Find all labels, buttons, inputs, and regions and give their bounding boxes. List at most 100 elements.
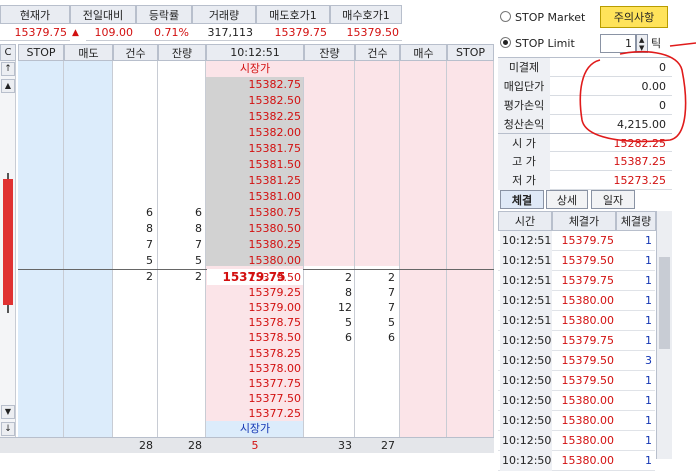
bid-price[interactable]: 15378.25 — [207, 346, 303, 362]
tab-detail[interactable]: 상세 — [546, 190, 588, 209]
ask-price[interactable]: 15380.00 — [207, 253, 303, 269]
bid-row[interactable]: 15379.25 8 7 — [0, 285, 494, 301]
bid-qty — [305, 346, 352, 362]
trade-price: 15379.50 — [561, 354, 615, 367]
realized-pl-label: 청산손익 — [498, 115, 550, 134]
bid-row[interactable]: 15378.75 5 5 — [0, 315, 494, 331]
bid-count — [357, 406, 395, 422]
bid-price[interactable]: 15378.75 — [207, 315, 303, 331]
bid-price[interactable]: 15378.00 — [207, 361, 303, 377]
ask-qty: 5 — [195, 254, 202, 267]
ask-row[interactable]: 5 5 15380.00 — [0, 253, 494, 269]
ask-price[interactable]: 15381.50 — [207, 157, 303, 173]
ask-row[interactable]: 15382.25 — [0, 109, 494, 125]
ask-qty — [159, 93, 202, 109]
high-row: 고 가 15387.25 — [498, 152, 672, 171]
ask-count: 6 — [146, 206, 153, 219]
ask-price[interactable]: 15381.25 — [207, 173, 303, 189]
tab-trades[interactable]: 체결 — [500, 190, 544, 209]
bid-row[interactable]: 15378.50 6 6 — [0, 330, 494, 346]
trades-header-time: 시간 — [498, 211, 552, 231]
bid-qty — [305, 361, 352, 377]
ask-row[interactable]: 15381.00 — [0, 189, 494, 205]
bid-count: 5 — [388, 316, 395, 330]
bid-price[interactable]: 15377.75 — [207, 376, 303, 392]
trade-row: 10:12:50 15379.75 1 — [498, 331, 655, 351]
stop-market-radio[interactable] — [500, 11, 511, 22]
stop-market-label[interactable]: STOP Market — [515, 9, 595, 25]
ask-qty: 8 — [195, 222, 202, 235]
ask-row[interactable]: 15382.00 — [0, 125, 494, 141]
bid-row[interactable]: 15377.50 — [0, 391, 494, 407]
ask-price[interactable]: 15380.25 — [207, 237, 303, 253]
ask-count — [113, 77, 153, 93]
trade-price: 15379.75 — [561, 274, 615, 287]
ask-row[interactable]: 15381.25 — [0, 173, 494, 189]
totals-row: 28 28 5 33 27 — [0, 437, 494, 453]
trade-qty: 1 — [645, 334, 652, 347]
ask-qty — [159, 109, 202, 125]
trades-header-price: 체결가 — [552, 211, 616, 231]
bid-price[interactable]: 15379.25 — [207, 285, 303, 301]
trade-time: 10:12:50 — [500, 411, 552, 431]
bid-price[interactable]: 15378.50 — [207, 330, 303, 346]
trade-time: 10:12:50 — [500, 451, 552, 471]
bid-price[interactable]: 15377.50 — [207, 391, 303, 407]
low-row: 저 가 15273.25 — [498, 171, 672, 190]
ask-price[interactable]: 15380.50 — [207, 221, 303, 237]
ask-row[interactable]: 7 7 15380.25 — [0, 237, 494, 253]
trade-qty: 1 — [645, 294, 652, 307]
bid-qty: 2 — [345, 271, 352, 284]
trades-scrollbar[interactable] — [656, 211, 672, 459]
ask-row[interactable]: 15382.75 — [0, 77, 494, 93]
bid-count: 7 — [388, 301, 395, 315]
ask-row[interactable]: 15381.50 — [0, 157, 494, 173]
ask-price[interactable]: 15382.75 — [207, 77, 303, 93]
bid-price[interactable]: 15377.25 — [207, 406, 303, 422]
bid-row[interactable]: 15378.00 — [0, 361, 494, 377]
bid-price[interactable]: 15379.50 — [207, 270, 303, 286]
bid-qty — [305, 391, 352, 407]
ask-price[interactable]: 15382.25 — [207, 109, 303, 125]
bid-count: 7 — [388, 286, 395, 300]
bid-row[interactable]: 15379.00 12 7 — [0, 300, 494, 316]
trade-time: 10:12:51 — [500, 231, 552, 251]
ask-count: 8 — [146, 222, 153, 235]
trade-time: 10:12:51 — [500, 251, 552, 271]
unfilled-label: 미결제 — [498, 58, 550, 77]
bid-qty: 8 — [345, 286, 352, 300]
trade-time: 10:12:50 — [500, 371, 552, 391]
bid-price[interactable]: 15379.00 — [207, 300, 303, 316]
trades-scroll-thumb[interactable] — [659, 257, 670, 349]
trade-price: 15380.00 — [561, 314, 615, 327]
bid-row[interactable]: 15378.25 — [0, 346, 494, 362]
trade-row: 10:12:51 15379.75 1 — [498, 271, 655, 291]
tab-daily[interactable]: 일자 — [591, 190, 635, 209]
ask-price[interactable]: 15382.50 — [207, 93, 303, 109]
orderbook-body: 시장가 15382.75 15382.50 15382.25 15382.00 1538… — [0, 0, 494, 459]
annotation-arrow — [669, 42, 696, 47]
ask-price[interactable]: 15380.75 — [207, 205, 303, 221]
ask-price[interactable]: 15381.00 — [207, 189, 303, 205]
ask-row[interactable]: 6 6 15380.75 — [0, 205, 494, 221]
trade-time: 10:12:50 — [500, 431, 552, 451]
bid-row[interactable]: 15377.25 — [0, 406, 494, 422]
stop-limit-radio[interactable] — [500, 37, 511, 48]
trade-time: 10:12:50 — [500, 351, 552, 371]
trade-price: 15380.00 — [561, 294, 615, 307]
bid-qty: 6 — [345, 331, 352, 345]
bid-row[interactable]: 15379.50 2 2 — [0, 270, 494, 286]
market-price-top[interactable]: 시장가 — [206, 61, 304, 77]
notice-button[interactable]: 주의사항 — [600, 6, 668, 28]
ask-row[interactable]: 15381.75 — [0, 141, 494, 157]
ask-price[interactable]: 15381.75 — [207, 141, 303, 157]
ask-row[interactable]: 8 8 15380.50 — [0, 221, 494, 237]
ask-row[interactable]: 15382.50 — [0, 93, 494, 109]
ask-count — [113, 141, 153, 157]
ask-price[interactable]: 15382.00 — [207, 125, 303, 141]
bid-qty: 12 — [338, 301, 352, 315]
trade-price: 15379.75 — [561, 234, 615, 247]
market-price-bottom[interactable]: 시장가 — [206, 421, 304, 437]
bid-row[interactable]: 15377.75 — [0, 376, 494, 392]
trade-qty: 1 — [645, 374, 652, 387]
